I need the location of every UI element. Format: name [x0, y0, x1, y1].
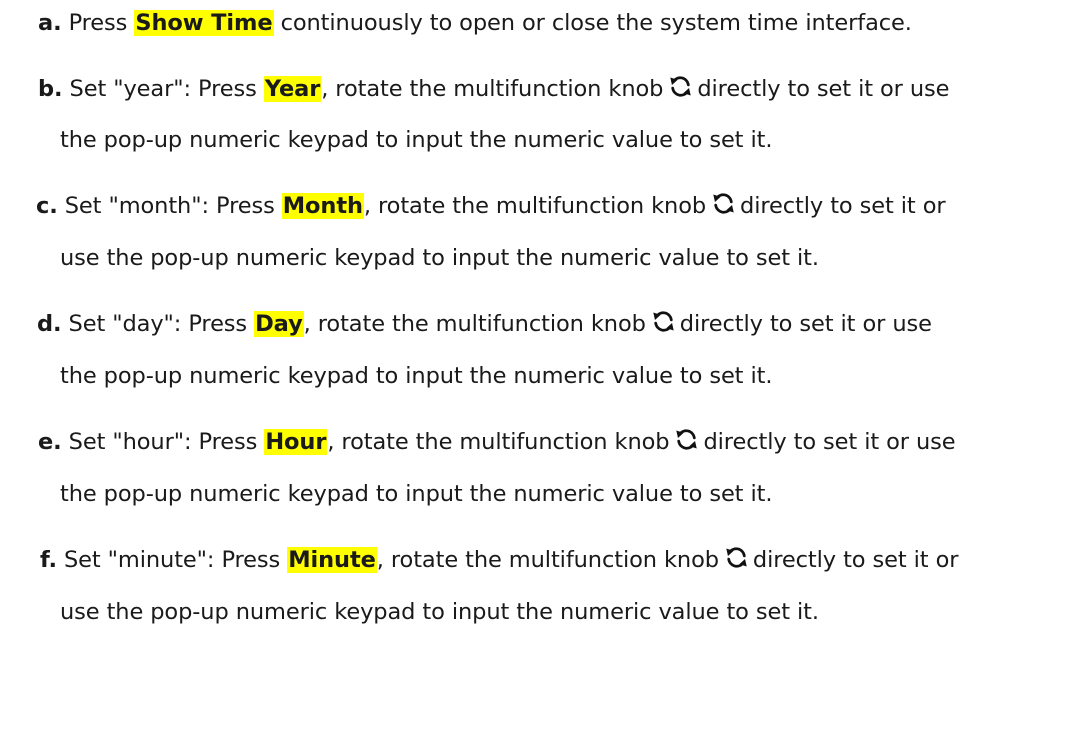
rotate-knob-icon	[674, 427, 699, 452]
step-d-line2: the pop-up numeric keypad to input the n…	[60, 361, 772, 391]
step-d: d. Set "day": Press Day, rotate the mult…	[37, 309, 932, 339]
step-text: Set "minute": Press	[56, 547, 288, 573]
step-f-line2: use the pop-up numeric keypad to input t…	[60, 597, 819, 627]
step-text: the pop-up numeric keypad to input the n…	[60, 127, 773, 153]
step-e-line2: the pop-up numeric keypad to input the n…	[60, 479, 772, 509]
step-text: use the pop-up numeric keypad to input t…	[60, 245, 819, 271]
step-letter: a.	[38, 10, 62, 36]
year-key-label: Year	[263, 76, 322, 102]
step-c: c. Set "month": Press Month, rotate the …	[36, 191, 946, 221]
step-text: the pop-up numeric keypad to input the n…	[60, 481, 773, 507]
step-b: b. Set "year": Press Year, rotate the mu…	[38, 74, 949, 104]
step-text: use the pop-up numeric keypad to input t…	[60, 599, 819, 625]
rotate-knob-icon	[724, 545, 749, 570]
step-text: , rotate the multifunction knob	[376, 547, 719, 573]
step-c-line2: use the pop-up numeric keypad to input t…	[60, 243, 819, 273]
month-key-label: Month	[281, 193, 364, 219]
step-text: , rotate the multifunction knob	[363, 193, 707, 219]
step-text: Set "year": Press	[62, 76, 264, 102]
day-key-label: Day	[254, 311, 304, 337]
instruction-document: a. Press Show Time continuously to open …	[0, 0, 1075, 743]
hour-key-label: Hour	[264, 429, 328, 455]
step-e: e. Set "hour": Press Hour, rotate the mu…	[38, 427, 956, 457]
step-text: Press	[61, 10, 135, 36]
step-text: directly to set it or use	[703, 429, 956, 455]
step-text: continuously to open or close the system…	[273, 10, 912, 36]
rotate-knob-icon	[651, 309, 676, 334]
step-text: Set "day": Press	[61, 311, 255, 337]
step-text: the pop-up numeric keypad to input the n…	[60, 363, 773, 389]
step-letter: c.	[36, 193, 58, 219]
step-f: f. Set "minute": Press Minute, rotate th…	[40, 545, 958, 575]
step-text: directly to set it or	[752, 547, 959, 573]
step-a: a. Press Show Time continuously to open …	[38, 8, 912, 38]
step-text: , rotate the multifunction knob	[303, 311, 646, 337]
step-text: Set "month": Press	[57, 193, 282, 219]
step-letter: d.	[37, 311, 62, 337]
rotate-knob-icon	[668, 74, 693, 99]
step-letter: f.	[40, 547, 57, 573]
step-text: , rotate the multifunction knob	[327, 429, 670, 455]
step-text: directly to set it or use	[679, 311, 932, 337]
step-letter: e.	[38, 429, 62, 455]
minute-key-label: Minute	[287, 547, 377, 573]
show-time-key-label: Show Time	[134, 10, 274, 36]
step-text: Set "hour": Press	[61, 429, 265, 455]
step-text: directly to set it or use	[697, 76, 950, 102]
step-b-line2: the pop-up numeric keypad to input the n…	[60, 125, 772, 155]
step-letter: b.	[38, 76, 63, 102]
step-text: , rotate the multifunction knob	[321, 76, 664, 102]
rotate-knob-icon	[711, 191, 736, 216]
step-text: directly to set it or	[740, 193, 946, 219]
